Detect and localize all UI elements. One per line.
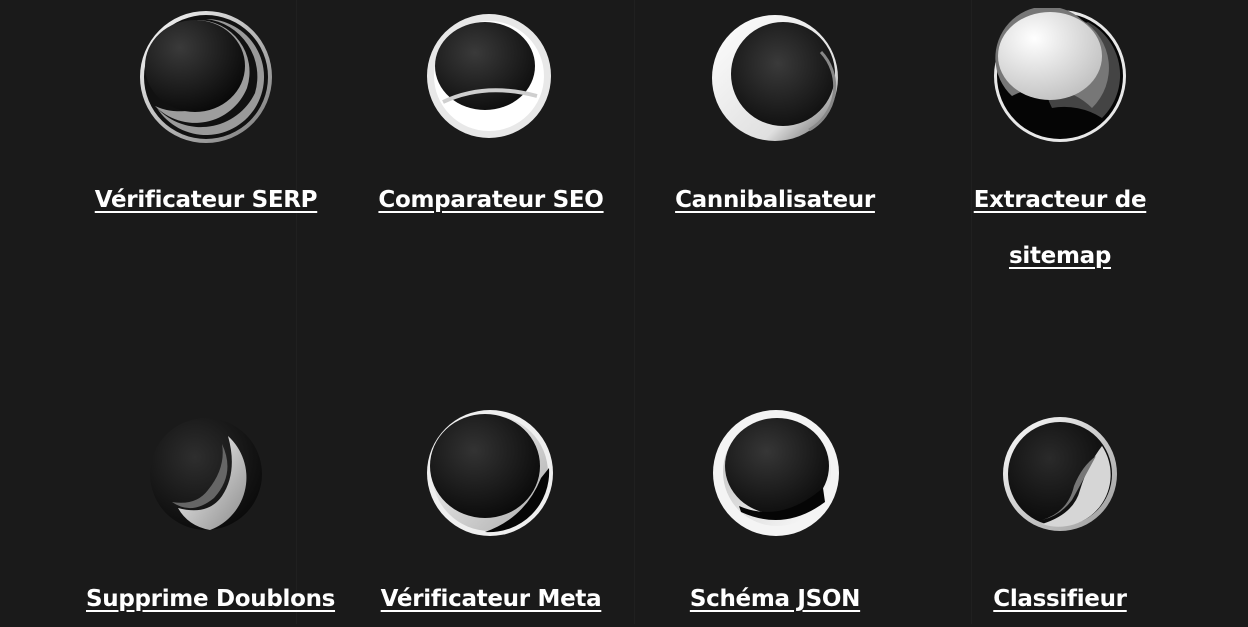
tool-grid: Vérificateur SERP Comparateur SEO Cannib… xyxy=(0,0,1248,624)
ringed-sphere-icon[interactable] xyxy=(425,12,553,140)
column-divider xyxy=(634,0,635,624)
tool-link-duplicate-remover[interactable]: Supprime Doublons xyxy=(86,571,335,627)
ring-sphere-icon[interactable] xyxy=(711,408,841,538)
tool-link-json-schema[interactable]: Schéma JSON xyxy=(655,571,895,627)
tool-link-seo-comparator[interactable]: Comparateur SEO xyxy=(371,172,611,228)
moon-sphere-icon[interactable] xyxy=(992,8,1128,144)
column-divider xyxy=(296,0,297,624)
wave-sphere-icon[interactable] xyxy=(148,416,264,532)
crescent-sphere-icon[interactable] xyxy=(137,8,275,146)
tool-link-sitemap-extractor[interactable]: Extracteur de sitemap xyxy=(940,172,1180,284)
tool-link-serp-checker[interactable]: Vérificateur SERP xyxy=(86,172,326,228)
tool-link-meta-checker[interactable]: Vérificateur Meta xyxy=(371,571,611,627)
glossy-sphere-icon[interactable] xyxy=(425,408,555,538)
tool-link-cannibalizer[interactable]: Cannibalisateur xyxy=(655,172,895,228)
tool-link-classifier[interactable]: Classifieur xyxy=(940,571,1180,627)
swirl-sphere-icon[interactable] xyxy=(1002,416,1118,532)
column-divider xyxy=(971,0,972,624)
eclipse-sphere-icon[interactable] xyxy=(709,12,841,144)
